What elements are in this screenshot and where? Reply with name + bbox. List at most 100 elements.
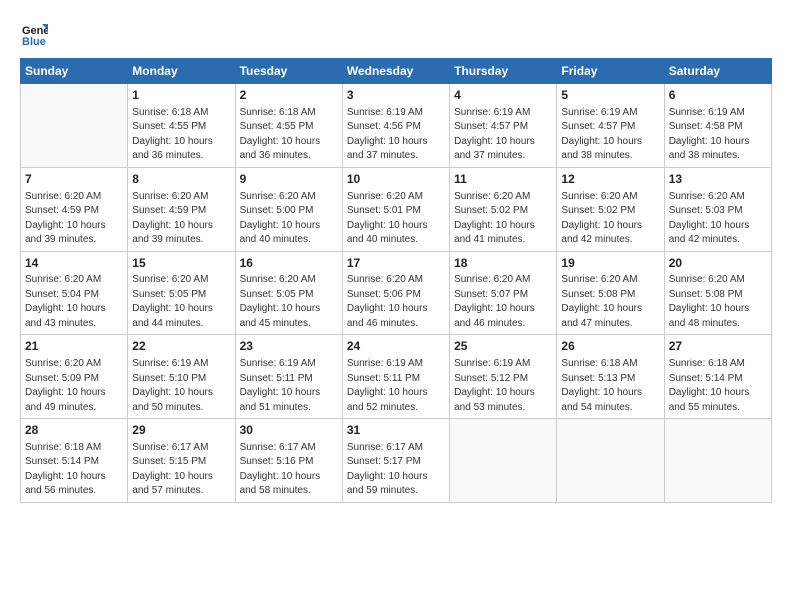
- day-info: Sunrise: 6:18 AM Sunset: 5:14 PM Dayligh…: [25, 441, 123, 499]
- calendar-cell: 11 Sunrise: 6:20 AM Sunset: 5:02 PM Dayli…: [450, 167, 557, 251]
- calendar-cell: 25 Sunrise: 6:19 AM Sunset: 5:12 PM Dayli…: [450, 335, 557, 419]
- day-number: 14: [25, 255, 123, 272]
- day-info: Sunrise: 6:19 AM Sunset: 4:58 PM Dayligh…: [669, 106, 767, 164]
- day-number: 25: [454, 338, 552, 355]
- logo-icon: General Blue: [20, 20, 48, 48]
- calendar-cell: 26 Sunrise: 6:18 AM Sunset: 5:13 PM Dayli…: [557, 335, 664, 419]
- calendar-body: 1Sunrise: 6:18 AM Sunset: 4:55 PM Daylig…: [21, 84, 772, 503]
- day-number: 15: [132, 255, 230, 272]
- calendar-cell: 27 Sunrise: 6:18 AM Sunset: 5:14 PM Dayli…: [664, 335, 771, 419]
- day-info: Sunrise: 6:19 AM Sunset: 5:12 PM Dayligh…: [454, 357, 552, 415]
- day-info: Sunrise: 6:20 AM Sunset: 5:05 PM Dayligh…: [132, 273, 230, 331]
- day-info: Sunrise: 6:20 AM Sunset: 5:08 PM Dayligh…: [561, 273, 659, 331]
- day-number: 16: [240, 255, 338, 272]
- calendar-table: SundayMondayTuesdayWednesdayThursdayFrid…: [20, 58, 772, 503]
- day-info: Sunrise: 6:18 AM Sunset: 4:55 PM Dayligh…: [132, 106, 230, 164]
- day-number: 5: [561, 87, 659, 104]
- calendar-cell: 5 Sunrise: 6:19 AM Sunset: 4:57 PM Daylig…: [557, 84, 664, 168]
- day-info: Sunrise: 6:20 AM Sunset: 5:02 PM Dayligh…: [561, 190, 659, 248]
- day-number: 20: [669, 255, 767, 272]
- day-number: 17: [347, 255, 445, 272]
- logo: General Blue: [20, 20, 52, 48]
- day-number: 6: [669, 87, 767, 104]
- day-number: 9: [240, 171, 338, 188]
- calendar-cell: 21 Sunrise: 6:20 AM Sunset: 5:09 PM Dayli…: [21, 335, 128, 419]
- header-cell-friday: Friday: [557, 59, 664, 84]
- day-info: Sunrise: 6:20 AM Sunset: 5:09 PM Dayligh…: [25, 357, 123, 415]
- day-info: Sunrise: 6:19 AM Sunset: 5:11 PM Dayligh…: [240, 357, 338, 415]
- calendar-cell: 7 Sunrise: 6:20 AM Sunset: 4:59 PM Daylig…: [21, 167, 128, 251]
- day-number: 2: [240, 87, 338, 104]
- calendar-cell: [664, 419, 771, 503]
- day-info: Sunrise: 6:18 AM Sunset: 5:14 PM Dayligh…: [669, 357, 767, 415]
- day-info: Sunrise: 6:17 AM Sunset: 5:17 PM Dayligh…: [347, 441, 445, 499]
- calendar-cell: 13Sunrise: 6:20 AM Sunset: 5:03 PM Dayli…: [664, 167, 771, 251]
- day-number: 24: [347, 338, 445, 355]
- calendar-cell: 12 Sunrise: 6:20 AM Sunset: 5:02 PM Dayli…: [557, 167, 664, 251]
- day-info: Sunrise: 6:19 AM Sunset: 5:11 PM Dayligh…: [347, 357, 445, 415]
- day-number: 18: [454, 255, 552, 272]
- day-number: 8: [132, 171, 230, 188]
- day-info: Sunrise: 6:20 AM Sunset: 5:05 PM Dayligh…: [240, 273, 338, 331]
- calendar-row: 28 Sunrise: 6:18 AM Sunset: 5:14 PM Dayli…: [21, 419, 772, 503]
- day-number: 21: [25, 338, 123, 355]
- calendar-cell: 15Sunrise: 6:20 AM Sunset: 5:05 PM Dayli…: [128, 251, 235, 335]
- header: General Blue: [20, 20, 772, 48]
- day-info: Sunrise: 6:18 AM Sunset: 4:55 PM Dayligh…: [240, 106, 338, 164]
- day-info: Sunrise: 6:20 AM Sunset: 5:08 PM Dayligh…: [669, 273, 767, 331]
- day-number: 11: [454, 171, 552, 188]
- calendar-cell: 6 Sunrise: 6:19 AM Sunset: 4:58 PM Daylig…: [664, 84, 771, 168]
- calendar-cell: 22 Sunrise: 6:19 AM Sunset: 5:10 PM Dayli…: [128, 335, 235, 419]
- day-info: Sunrise: 6:20 AM Sunset: 5:02 PM Dayligh…: [454, 190, 552, 248]
- calendar-cell: 31 Sunrise: 6:17 AM Sunset: 5:17 PM Dayli…: [342, 419, 449, 503]
- calendar-cell: 29 Sunrise: 6:17 AM Sunset: 5:15 PM Dayli…: [128, 419, 235, 503]
- day-number: 19: [561, 255, 659, 272]
- day-number: 31: [347, 422, 445, 439]
- day-number: 3: [347, 87, 445, 104]
- day-info: Sunrise: 6:20 AM Sunset: 5:06 PM Dayligh…: [347, 273, 445, 331]
- calendar-cell: 3Sunrise: 6:19 AM Sunset: 4:56 PM Daylig…: [342, 84, 449, 168]
- day-info: Sunrise: 6:18 AM Sunset: 5:13 PM Dayligh…: [561, 357, 659, 415]
- day-info: Sunrise: 6:19 AM Sunset: 5:10 PM Dayligh…: [132, 357, 230, 415]
- calendar-cell: [450, 419, 557, 503]
- day-info: Sunrise: 6:20 AM Sunset: 4:59 PM Dayligh…: [25, 190, 123, 248]
- calendar-cell: 2 Sunrise: 6:18 AM Sunset: 4:55 PM Daylig…: [235, 84, 342, 168]
- svg-text:Blue: Blue: [22, 36, 46, 48]
- day-info: Sunrise: 6:20 AM Sunset: 5:04 PM Dayligh…: [25, 273, 123, 331]
- calendar-row: 1Sunrise: 6:18 AM Sunset: 4:55 PM Daylig…: [21, 84, 772, 168]
- calendar-cell: [557, 419, 664, 503]
- day-number: 10: [347, 171, 445, 188]
- calendar-cell: 23 Sunrise: 6:19 AM Sunset: 5:11 PM Dayli…: [235, 335, 342, 419]
- header-cell-saturday: Saturday: [664, 59, 771, 84]
- day-number: 28: [25, 422, 123, 439]
- calendar-cell: 8 Sunrise: 6:20 AM Sunset: 4:59 PM Daylig…: [128, 167, 235, 251]
- calendar-page: General Blue SundayMondayTuesdayWednesda…: [0, 0, 792, 612]
- day-number: 7: [25, 171, 123, 188]
- calendar-cell: 30Sunrise: 6:17 AM Sunset: 5:16 PM Dayli…: [235, 419, 342, 503]
- calendar-cell: 1Sunrise: 6:18 AM Sunset: 4:55 PM Daylig…: [128, 84, 235, 168]
- day-number: 4: [454, 87, 552, 104]
- calendar-cell: 24 Sunrise: 6:19 AM Sunset: 5:11 PM Dayli…: [342, 335, 449, 419]
- calendar-cell: 17Sunrise: 6:20 AM Sunset: 5:06 PM Dayli…: [342, 251, 449, 335]
- header-cell-wednesday: Wednesday: [342, 59, 449, 84]
- header-cell-tuesday: Tuesday: [235, 59, 342, 84]
- day-info: Sunrise: 6:20 AM Sunset: 4:59 PM Dayligh…: [132, 190, 230, 248]
- day-info: Sunrise: 6:17 AM Sunset: 5:15 PM Dayligh…: [132, 441, 230, 499]
- day-info: Sunrise: 6:20 AM Sunset: 5:03 PM Dayligh…: [669, 190, 767, 248]
- calendar-row: 7 Sunrise: 6:20 AM Sunset: 4:59 PM Daylig…: [21, 167, 772, 251]
- day-number: 22: [132, 338, 230, 355]
- calendar-header: SundayMondayTuesdayWednesdayThursdayFrid…: [21, 59, 772, 84]
- day-number: 12: [561, 171, 659, 188]
- day-info: Sunrise: 6:19 AM Sunset: 4:57 PM Dayligh…: [561, 106, 659, 164]
- calendar-cell: 20Sunrise: 6:20 AM Sunset: 5:08 PM Dayli…: [664, 251, 771, 335]
- day-number: 26: [561, 338, 659, 355]
- calendar-cell: 10 Sunrise: 6:20 AM Sunset: 5:01 PM Dayli…: [342, 167, 449, 251]
- calendar-cell: [21, 84, 128, 168]
- day-number: 23: [240, 338, 338, 355]
- day-number: 27: [669, 338, 767, 355]
- calendar-cell: 19Sunrise: 6:20 AM Sunset: 5:08 PM Dayli…: [557, 251, 664, 335]
- day-number: 29: [132, 422, 230, 439]
- day-info: Sunrise: 6:20 AM Sunset: 5:00 PM Dayligh…: [240, 190, 338, 248]
- header-row: SundayMondayTuesdayWednesdayThursdayFrid…: [21, 59, 772, 84]
- day-info: Sunrise: 6:20 AM Sunset: 5:01 PM Dayligh…: [347, 190, 445, 248]
